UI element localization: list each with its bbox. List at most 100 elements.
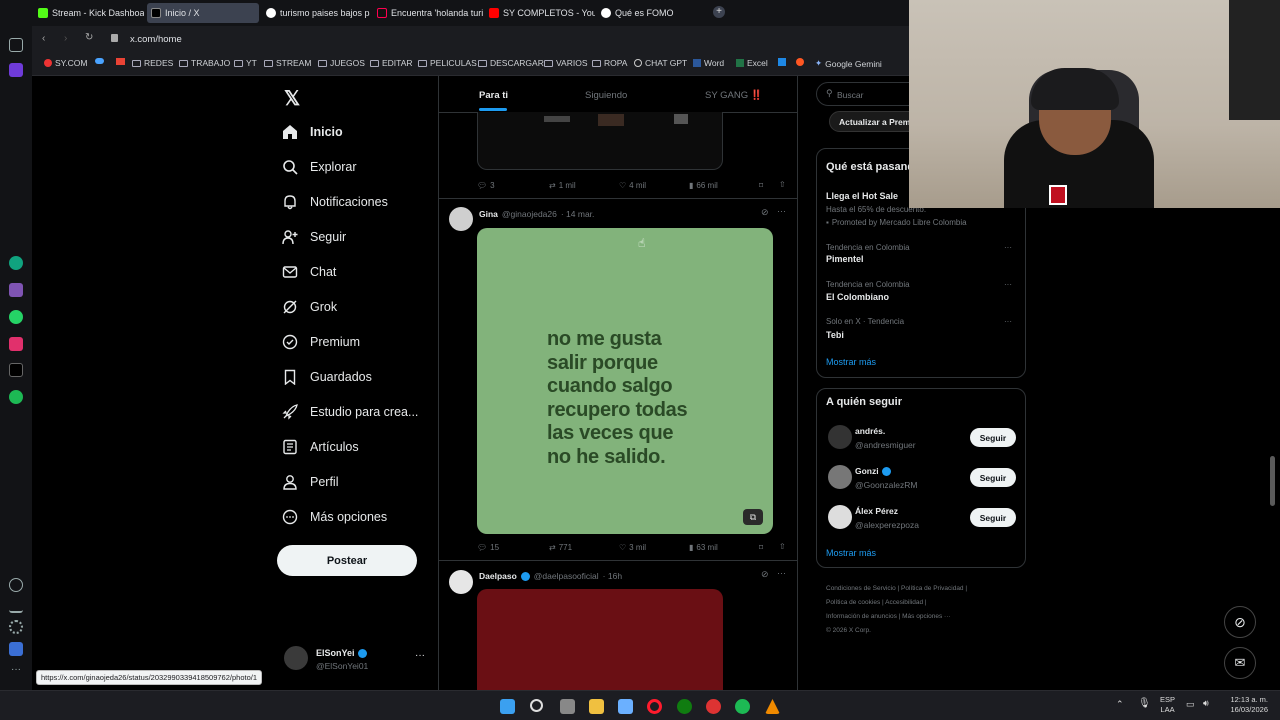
like-metric[interactable]: ♡ 3 mil xyxy=(619,543,646,552)
nav-seguir[interactable]: Seguir xyxy=(282,229,346,245)
bookmark-icon[interactable]: ⌑ xyxy=(759,181,763,190)
new-tab-button[interactable]: + xyxy=(713,6,725,18)
nav-inicio[interactable]: Inicio xyxy=(282,124,343,140)
views-metric[interactable]: ▮ 63 mil xyxy=(689,543,718,552)
repost-metric[interactable]: ⇄ 1 mil xyxy=(549,181,576,190)
tab-x[interactable]: Inicio / X xyxy=(147,3,259,23)
show-more-link[interactable]: Mostrar más xyxy=(826,548,876,558)
avatar[interactable] xyxy=(449,570,473,594)
tab-sy-gang[interactable]: SY GANG ‼️ xyxy=(705,90,763,101)
wallet-icon[interactable] xyxy=(9,38,23,52)
extension-icon[interactable] xyxy=(9,642,23,656)
nav-articulos[interactable]: Artículos xyxy=(282,439,359,455)
spotify-icon[interactable] xyxy=(735,699,750,714)
forward-icon[interactable]: › xyxy=(64,33,67,44)
promo-title[interactable]: Llega el Hot Sale xyxy=(826,191,898,201)
bookmark-peliculas[interactable]: PELICULAS xyxy=(418,58,477,68)
bookmark-app[interactable] xyxy=(778,58,786,66)
search-icon[interactable] xyxy=(530,699,543,712)
nav-perfil[interactable]: Perfil xyxy=(282,474,338,490)
account-menu-icon[interactable]: ··· xyxy=(415,650,425,661)
post-image[interactable] xyxy=(477,589,723,690)
footer-link[interactable]: Información de anuncios xyxy=(826,613,897,620)
nav-explorar[interactable]: Explorar xyxy=(282,159,357,175)
bookmark-trabajo[interactable]: TRABAJO xyxy=(179,58,230,68)
alt-image-icon[interactable]: ⧉ xyxy=(743,509,763,525)
bookmark-sycom[interactable]: SY.COM xyxy=(44,58,87,68)
clock[interactable]: 12:13 a. m. 16/03/2026 xyxy=(1224,695,1268,715)
nav-premium[interactable]: Premium xyxy=(282,334,360,350)
gmail-icon[interactable] xyxy=(116,58,125,65)
volume-icon[interactable]: 🔊︎ xyxy=(1203,698,1209,709)
xbox-icon[interactable] xyxy=(677,699,692,714)
network-icon[interactable]: ▭ xyxy=(1186,699,1195,710)
nav-chat[interactable]: Chat xyxy=(282,264,336,280)
avatar[interactable] xyxy=(828,465,852,489)
bookmark-word[interactable]: Word xyxy=(693,58,724,68)
bookmark-editar[interactable]: EDITAR xyxy=(370,58,413,68)
bookmark-app2[interactable] xyxy=(796,58,804,66)
scrollbar[interactable] xyxy=(1270,456,1275,506)
tab-fomo[interactable]: Qué es FOMO xyxy=(597,3,707,23)
x-logo-icon[interactable]: 𝕏 xyxy=(284,86,300,111)
footer-link[interactable]: Condiciones de Servicio xyxy=(826,585,896,592)
grok-icon[interactable]: ⊘ xyxy=(761,207,769,218)
bookmark-icon[interactable]: ⌑ xyxy=(759,543,763,552)
nav-estudio[interactable]: Estudio para crea... xyxy=(282,404,418,420)
suggest-name[interactable]: andrés. xyxy=(855,426,885,436)
bookmark-excel[interactable]: Excel xyxy=(736,58,768,68)
url-field[interactable]: x.com/home xyxy=(130,34,182,45)
trend-name[interactable]: Pimentel xyxy=(826,254,864,264)
bookmark-varios[interactable]: VARIOS xyxy=(544,58,588,68)
nav-mas-opciones[interactable]: Más opciones xyxy=(282,509,387,525)
trend-menu-icon[interactable]: ··· xyxy=(1004,280,1012,289)
download-icon[interactable] xyxy=(9,599,23,613)
language-indicator[interactable]: ESP LAA xyxy=(1160,695,1175,715)
back-icon[interactable]: ‹ xyxy=(42,33,45,44)
reload-icon[interactable]: ↻ xyxy=(85,32,93,43)
bookmark-yt[interactable]: YT xyxy=(234,58,257,68)
post-menu-icon[interactable]: ··· xyxy=(777,568,786,578)
reply-metric[interactable]: 💬︎ 15 xyxy=(477,543,499,552)
file-explorer-icon[interactable] xyxy=(589,699,604,714)
x-icon[interactable] xyxy=(9,363,23,377)
vlc-icon[interactable] xyxy=(765,699,780,714)
bookmark-juegos[interactable]: JUEGOS xyxy=(318,58,365,68)
bookmark-ropa[interactable]: ROPA xyxy=(592,58,627,68)
app-icon[interactable] xyxy=(706,699,721,714)
more-icon[interactable]: ··· xyxy=(11,664,21,675)
bookmark-redes[interactable]: REDES xyxy=(132,58,173,68)
app-icon[interactable] xyxy=(9,283,23,297)
post-image[interactable] xyxy=(477,112,723,170)
grok-floating-icon[interactable]: ⊘ xyxy=(1224,606,1256,638)
footer-link[interactable]: Política de Privacidad xyxy=(901,585,964,592)
follow-button[interactable]: Seguir xyxy=(970,428,1016,447)
views-metric[interactable]: ▮ 66 mil xyxy=(689,181,718,190)
tray-chevron-icon[interactable]: ⌃ xyxy=(1116,699,1124,710)
trend-name[interactable]: El Colombiano xyxy=(826,292,889,302)
post-button[interactable]: Postear xyxy=(277,545,417,576)
follow-button[interactable]: Seguir xyxy=(970,508,1016,527)
opera-icon[interactable] xyxy=(647,699,662,714)
trend-menu-icon[interactable]: ··· xyxy=(1004,243,1012,252)
show-more-link[interactable]: Mostrar más xyxy=(826,357,876,367)
avatar[interactable] xyxy=(449,207,473,231)
footer-link[interactable]: Accesibilidad xyxy=(885,599,923,606)
instagram-icon[interactable] xyxy=(9,337,23,351)
share-icon[interactable]: ⇧ xyxy=(779,542,786,551)
task-view-icon[interactable] xyxy=(560,699,575,714)
nav-guardados[interactable]: Guardados xyxy=(282,369,372,385)
bookmark-gemini[interactable]: ✦ Google Gemini xyxy=(815,58,882,69)
suggest-name[interactable]: Gonzi xyxy=(855,466,891,476)
avatar[interactable] xyxy=(284,646,308,670)
post-menu-icon[interactable]: ··· xyxy=(777,206,786,216)
reply-metric[interactable]: 💬︎ 3 xyxy=(477,181,495,190)
repost-metric[interactable]: ⇄ 771 xyxy=(549,543,572,552)
bookmark-descargar[interactable]: DESCARGAR xyxy=(478,58,544,68)
trend-name[interactable]: Tebi xyxy=(826,330,844,340)
avatar[interactable] xyxy=(828,505,852,529)
avatar[interactable] xyxy=(828,425,852,449)
tab-kick[interactable]: Stream - Kick Dashboard xyxy=(34,3,144,23)
nav-grok[interactable]: Grok xyxy=(282,299,337,315)
spotify-icon[interactable] xyxy=(9,390,23,404)
